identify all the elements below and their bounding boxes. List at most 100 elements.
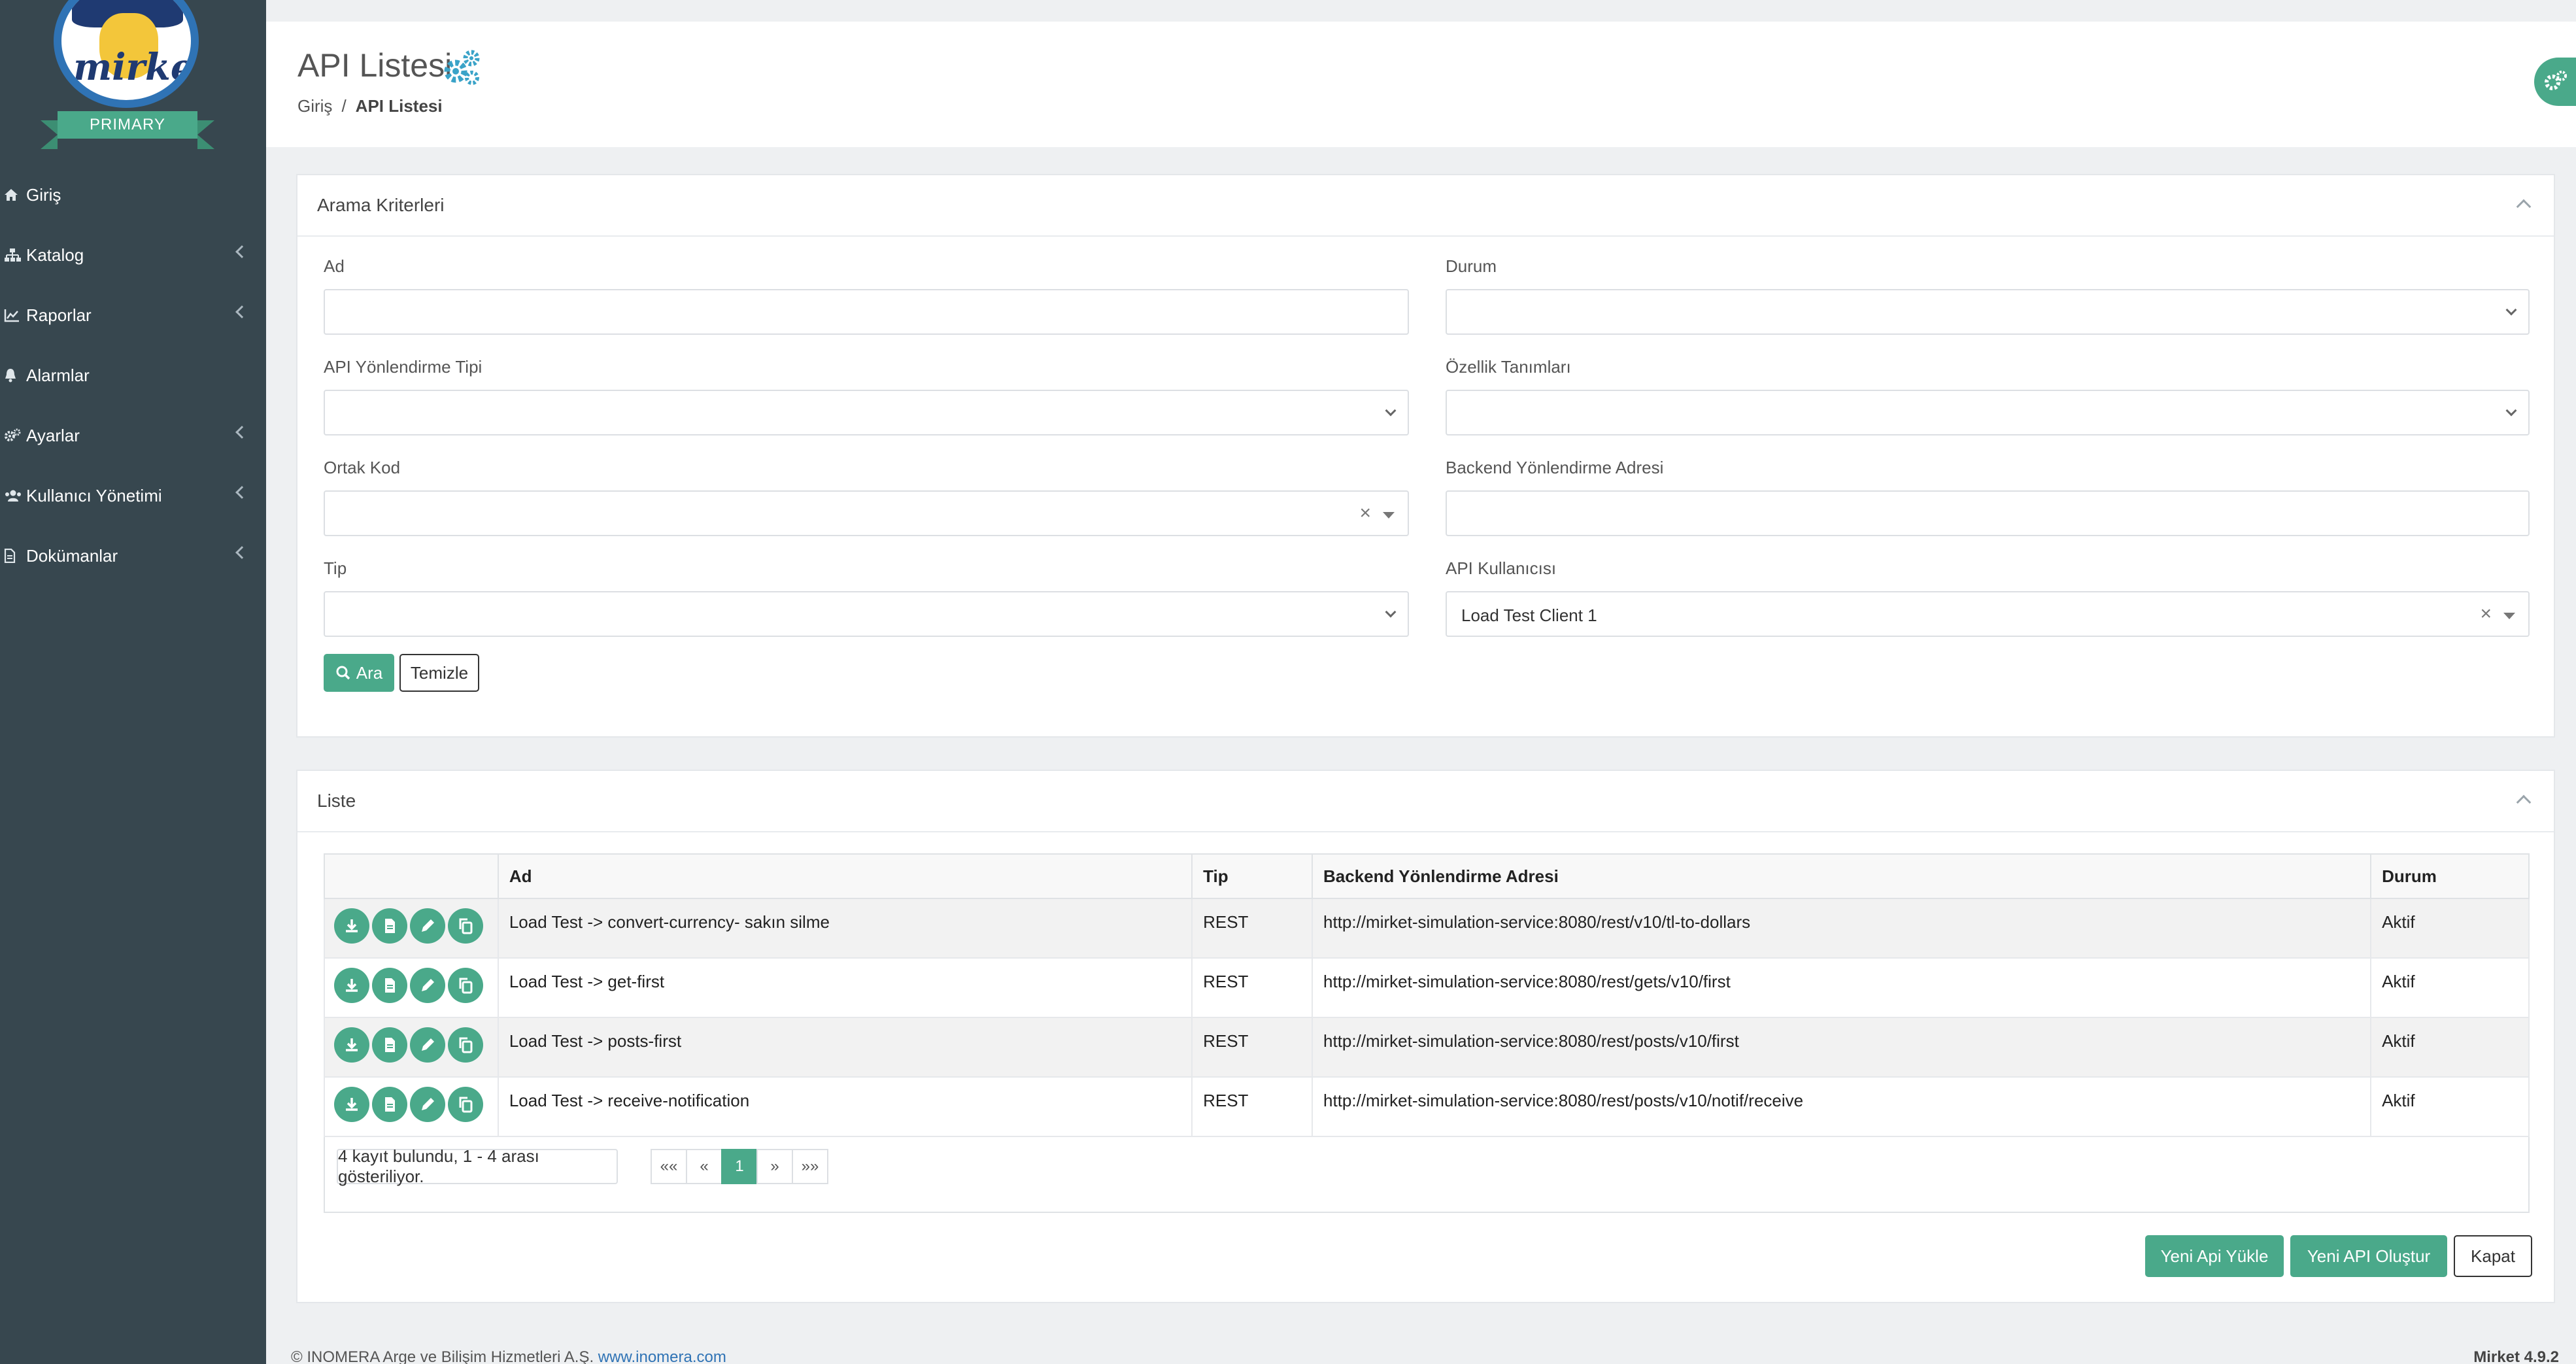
app-version: Mirket 4.9.2	[2473, 1348, 2559, 1364]
chevron-up-icon[interactable]	[2516, 199, 2532, 214]
settings-toggle-button[interactable]	[2534, 58, 2576, 106]
sidebar-item-dokumanlar[interactable]: Dokümanlar	[0, 526, 266, 586]
table-row[interactable]: Load Test -> convert-currency- sakın sil…	[324, 898, 2530, 959]
search-panel-title: Arama Kriterleri	[317, 195, 445, 215]
file-icon	[385, 1038, 395, 1052]
brand-logo[interactable]: mirket PRIMARY	[0, 0, 266, 165]
caret-down-icon	[2503, 613, 2515, 619]
copy-button[interactable]	[448, 908, 483, 944]
clear-icon[interactable]: ×	[1359, 502, 1371, 524]
search-button[interactable]: Ara	[324, 654, 394, 692]
cell-tip: REST	[1191, 1017, 1313, 1078]
cell-adres: http://mirket-simulation-service:8080/re…	[1312, 898, 2372, 959]
sidebar-item-label: Raporlar	[26, 305, 92, 325]
clear-icon[interactable]: ×	[2480, 603, 2492, 625]
download-button[interactable]	[334, 908, 369, 944]
upload-api-button[interactable]: Yeni Api Yükle	[2145, 1235, 2284, 1277]
clear-button[interactable]: Temizle	[399, 654, 479, 692]
sidebar-item-label: Dokümanlar	[26, 545, 118, 566]
sidebar-item-katalog[interactable]: Katalog	[0, 225, 266, 285]
api-kullanici-select[interactable]: Load Test Client 1 ×	[1446, 591, 2530, 637]
sidebar-item-raporlar[interactable]: Raporlar	[0, 285, 266, 345]
copy-icon	[459, 918, 473, 934]
ortak-kod-label: Ortak Kod	[324, 458, 401, 477]
sidebar-item-ayarlar[interactable]: Ayarlar	[0, 405, 266, 466]
cell-adres: http://mirket-simulation-service:8080/re…	[1312, 957, 2372, 1018]
footer: © INOMERA Arge ve Bilişim Hizmetleri A.Ş…	[266, 1335, 2576, 1364]
sidebar-item-alarmlar[interactable]: Alarmlar	[0, 345, 266, 405]
breadcrumb-home[interactable]: Giriş	[297, 96, 332, 116]
cell-adres: http://mirket-simulation-service:8080/re…	[1312, 1076, 2372, 1137]
copy-button[interactable]	[448, 1087, 483, 1122]
logo-text: mirket	[73, 46, 199, 89]
chevron-left-icon	[235, 486, 248, 499]
search-panel: Arama Kriterleri Ad Durum API Yönlendirm…	[296, 174, 2555, 738]
backend-adres-input[interactable]	[1446, 490, 2530, 536]
environment-badge: PRIMARY	[58, 111, 197, 139]
file-icon	[385, 919, 395, 933]
sidebar-item-giris[interactable]: Giriş	[0, 165, 266, 225]
pager-next[interactable]: »	[756, 1149, 793, 1184]
download-button[interactable]	[334, 968, 369, 1003]
durum-select[interactable]	[1446, 289, 2530, 335]
download-icon	[346, 1038, 358, 1051]
pager-last[interactable]: »»	[792, 1149, 828, 1184]
chevron-left-icon	[235, 305, 248, 318]
api-table: Ad Tip Backend Yönlendirme Adresi Durum …	[324, 853, 2530, 1137]
copy-button[interactable]	[448, 1027, 483, 1063]
ortak-kod-select[interactable]: ×	[324, 490, 1409, 536]
create-api-button[interactable]: Yeni API Oluştur	[2290, 1235, 2447, 1277]
users-icon	[4, 488, 26, 503]
api-kullanici-value: Load Test Client 1	[1461, 605, 1597, 625]
table-row[interactable]: Load Test -> receive-notification REST htt…	[324, 1076, 2530, 1137]
tip-label: Tip	[324, 558, 347, 578]
cell-durum: Aktif	[2370, 1076, 2530, 1137]
view-button[interactable]	[372, 1087, 407, 1122]
column-header-tip[interactable]: Tip	[1191, 853, 1313, 899]
cell-durum: Aktif	[2370, 957, 2530, 1018]
column-header-ad[interactable]: Ad	[497, 853, 1193, 899]
list-panel-header[interactable]: Liste	[297, 771, 2554, 832]
cogs-icon	[444, 50, 480, 85]
cell-tip: REST	[1191, 957, 1313, 1018]
view-button[interactable]	[372, 1027, 407, 1063]
table-row[interactable]: Load Test -> get-first REST http://mirket-…	[324, 957, 2530, 1018]
view-button[interactable]	[372, 968, 407, 1003]
cell-tip: REST	[1191, 1076, 1313, 1137]
ozellik-select[interactable]	[1446, 390, 2530, 435]
column-header-durum[interactable]: Durum	[2370, 853, 2530, 899]
pencil-icon	[422, 979, 434, 991]
edit-button[interactable]	[410, 908, 445, 944]
row-actions	[324, 898, 499, 959]
view-button[interactable]	[372, 908, 407, 944]
chevron-up-icon[interactable]	[2516, 794, 2532, 810]
footer-link[interactable]: www.inomera.com	[598, 1348, 726, 1364]
cell-ad: Load Test -> get-first	[497, 957, 1193, 1018]
file-icon	[385, 978, 395, 993]
breadcrumb: Giriş / API Listesi	[297, 96, 443, 116]
download-button[interactable]	[334, 1027, 369, 1063]
row-actions	[324, 1076, 499, 1137]
search-icon	[336, 666, 350, 680]
pager-first[interactable]: ««	[651, 1149, 687, 1184]
sidebar-item-kullanici-yonetimi[interactable]: Kullanıcı Yönetimi	[0, 466, 266, 526]
table-row[interactable]: Load Test -> posts-first REST http://mirke…	[324, 1017, 2530, 1078]
yonlendirme-tipi-select[interactable]	[324, 390, 1409, 435]
tip-select[interactable]	[324, 591, 1409, 637]
durum-label: Durum	[1446, 256, 1497, 276]
edit-button[interactable]	[410, 1027, 445, 1063]
column-header-adres[interactable]: Backend Yönlendirme Adresi	[1312, 853, 2372, 899]
copy-button[interactable]	[448, 968, 483, 1003]
edit-button[interactable]	[410, 968, 445, 1003]
ad-input[interactable]	[324, 289, 1409, 335]
chevron-left-icon	[235, 426, 248, 439]
page-header: API Listesi Giriş / API Listesi	[266, 22, 2576, 147]
close-button[interactable]: Kapat	[2454, 1235, 2532, 1277]
download-button[interactable]	[334, 1087, 369, 1122]
sidebar-nav: Giriş Katalog Raporlar Alarmlar Ayarlar …	[0, 165, 266, 586]
edit-button[interactable]	[410, 1087, 445, 1122]
cell-ad: Load Test -> receive-notification	[497, 1076, 1193, 1137]
pager-current[interactable]: 1	[721, 1149, 758, 1184]
pager-prev[interactable]: «	[686, 1149, 722, 1184]
search-panel-header[interactable]: Arama Kriterleri	[297, 175, 2554, 237]
